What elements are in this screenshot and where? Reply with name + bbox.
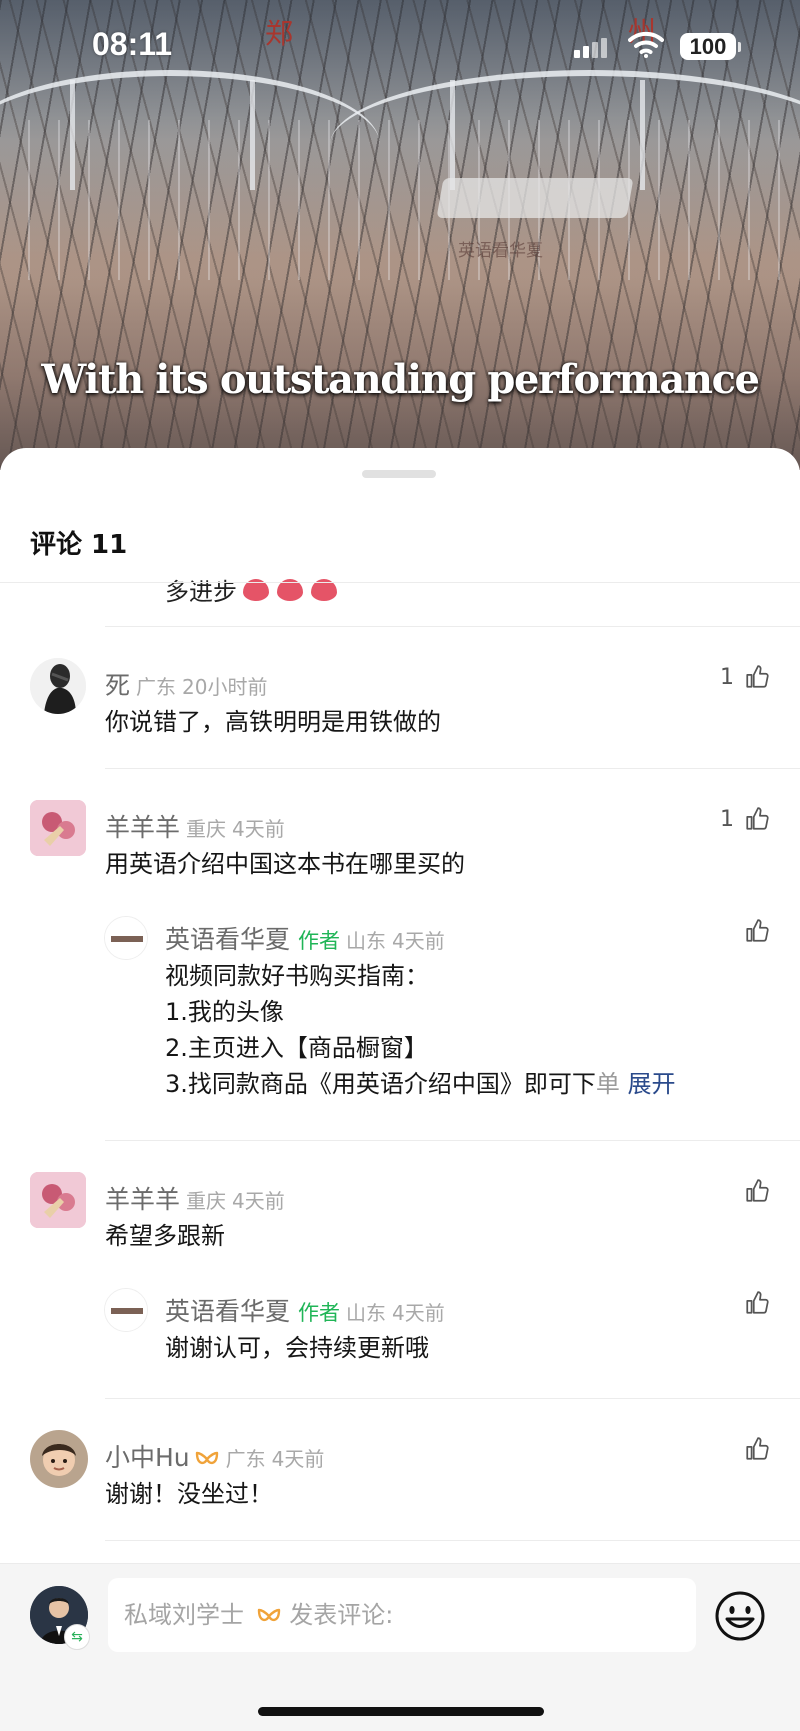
comment-author[interactable]: 死 <box>105 671 130 700</box>
comment-author[interactable]: 小中Hu <box>105 1443 190 1472</box>
sheet-drag-handle[interactable] <box>362 470 436 478</box>
reply-author[interactable]: 英语看华夏 <box>165 925 290 954</box>
comment-header: 死广东 20小时前 <box>105 666 267 702</box>
home-indicator[interactable] <box>258 1707 544 1716</box>
station-sign-char: 郑 <box>265 17 294 50</box>
like-button[interactable]: 1 <box>720 664 770 690</box>
battery-indicator: 100 <box>680 33 741 60</box>
avatar-ice-cream-icon <box>30 800 86 856</box>
reply-text: 谢谢认可，会持续更新哦 <box>165 1334 429 1362</box>
reply-location: 山东 <box>346 1301 387 1325</box>
thumbs-up-icon <box>746 1437 769 1460</box>
avatar[interactable] <box>30 658 86 714</box>
thumbs-up-icon <box>746 665 769 688</box>
comment-time: 4天前 <box>232 817 285 841</box>
reply-time: 4天前 <box>392 1301 445 1325</box>
status-time: 08:11 <box>92 26 173 62</box>
comment-header: 羊羊羊 重庆 4天前 <box>105 808 285 844</box>
comment-location: 重庆 <box>186 1189 227 1213</box>
comment-location: 广东 <box>225 1447 266 1471</box>
input-placeholder-suffix: 发表评论: <box>289 1601 394 1629</box>
avatar[interactable] <box>30 1430 88 1488</box>
reply-avatar[interactable] <box>104 916 148 960</box>
comment-text: 你说错了，高铁明明是用铁做的 <box>105 708 441 736</box>
expand-link[interactable]: 展开 <box>628 1070 676 1098</box>
reply-text-line: 视频同款好书购买指南： <box>165 962 429 990</box>
wifi-icon <box>628 31 664 58</box>
input-placeholder-name: 私域刘学士 <box>124 1601 244 1629</box>
thumbs-up-icon <box>746 807 769 830</box>
avatar-text-logo-icon <box>105 917 147 959</box>
avatar-ice-cream-icon <box>30 1172 86 1228</box>
author-tag: 作者 <box>298 929 341 953</box>
avatar[interactable] <box>30 800 86 856</box>
comment-divider <box>105 1398 800 1399</box>
reply-location: 山东 <box>346 929 387 953</box>
reply-header: 英语看华夏 作者 山东 4天前 <box>165 920 445 956</box>
comment-text: 希望多跟新 <box>105 1222 225 1250</box>
comment-divider <box>105 1140 800 1141</box>
avatar-child-icon <box>30 1430 88 1488</box>
catenary-poles <box>0 120 800 280</box>
comment-divider <box>105 626 800 627</box>
thumbs-up-icon <box>746 1291 769 1314</box>
train-shape <box>436 178 634 218</box>
header-divider <box>0 582 800 583</box>
like-button[interactable] <box>744 918 770 944</box>
like-button[interactable]: 1 <box>720 806 770 832</box>
reply-author[interactable]: 英语看华夏 <box>165 1297 290 1326</box>
comment-location: 重庆 <box>186 817 227 841</box>
comment-author[interactable]: 羊羊羊 <box>105 813 180 842</box>
comment-author[interactable]: 羊羊羊 <box>105 1185 180 1214</box>
swap-icon[interactable]: ⇆ <box>64 1624 90 1650</box>
vip-badge-icon <box>257 1608 280 1622</box>
video-subtitle: With its outstanding performance <box>41 356 760 403</box>
hearts-emoji-icon <box>243 579 345 607</box>
like-count: 1 <box>720 806 734 832</box>
comment-divider <box>105 1540 800 1541</box>
thumbs-up-icon <box>746 919 769 942</box>
comment-sheet: 评论 11 多进步 死广东 20小时前 你说错了，高铁明明是用铁做的 1 羊羊羊… <box>0 448 800 1731</box>
comment-time: 4天前 <box>271 1447 325 1471</box>
comment-header: 小中Hu 广东 4天前 <box>105 1438 324 1474</box>
like-button[interactable] <box>744 1436 770 1462</box>
reply-avatar[interactable] <box>104 1288 148 1332</box>
reply-time: 4天前 <box>392 929 445 953</box>
smiley-icon[interactable] <box>714 1590 766 1642</box>
reply-text-line: 3.找同款商品《用英语介绍中国》即可下单 展开 <box>165 1070 676 1098</box>
avatar[interactable] <box>30 1172 86 1228</box>
partial-comment-text: 多进步 <box>165 572 345 607</box>
comment-input-bar: ⇆ 私域刘学士 发表评论: <box>0 1563 800 1731</box>
video-watermark: 英语看华夏 <box>458 241 543 261</box>
thumbs-up-icon <box>746 1179 769 1202</box>
like-button[interactable] <box>744 1178 770 1204</box>
video-player[interactable]: 郑 州 英语看华夏 With its outstanding performan… <box>0 0 800 470</box>
comment-location: 广东 <box>136 675 177 699</box>
comment-divider <box>105 768 800 769</box>
author-tag: 作者 <box>298 1301 341 1325</box>
comment-time: 4天前 <box>232 1189 285 1213</box>
cellular-signal-icon <box>574 36 608 58</box>
comments-title: 评论 11 <box>30 530 128 560</box>
avatar-text-logo-icon <box>105 1289 147 1331</box>
comment-header: 羊羊羊 重庆 4天前 <box>105 1180 285 1216</box>
reply-header: 英语看华夏 作者 山东 4天前 <box>165 1292 445 1328</box>
comment-time: 20小时前 <box>182 675 268 699</box>
like-count: 1 <box>720 664 734 690</box>
comment-text: 谢谢！没坐过！ <box>105 1480 273 1508</box>
comment-input[interactable]: 私域刘学士 发表评论: <box>108 1578 696 1652</box>
like-button[interactable] <box>744 1290 770 1316</box>
vip-badge-icon <box>195 1451 218 1465</box>
avatar-silhouette-icon <box>30 658 86 714</box>
reply-text-line: 2.主页进入【商品橱窗】 <box>165 1034 428 1062</box>
comment-text: 用英语介绍中国这本书在哪里买的 <box>105 850 465 878</box>
reply-text-line: 1.我的头像 <box>165 998 284 1026</box>
